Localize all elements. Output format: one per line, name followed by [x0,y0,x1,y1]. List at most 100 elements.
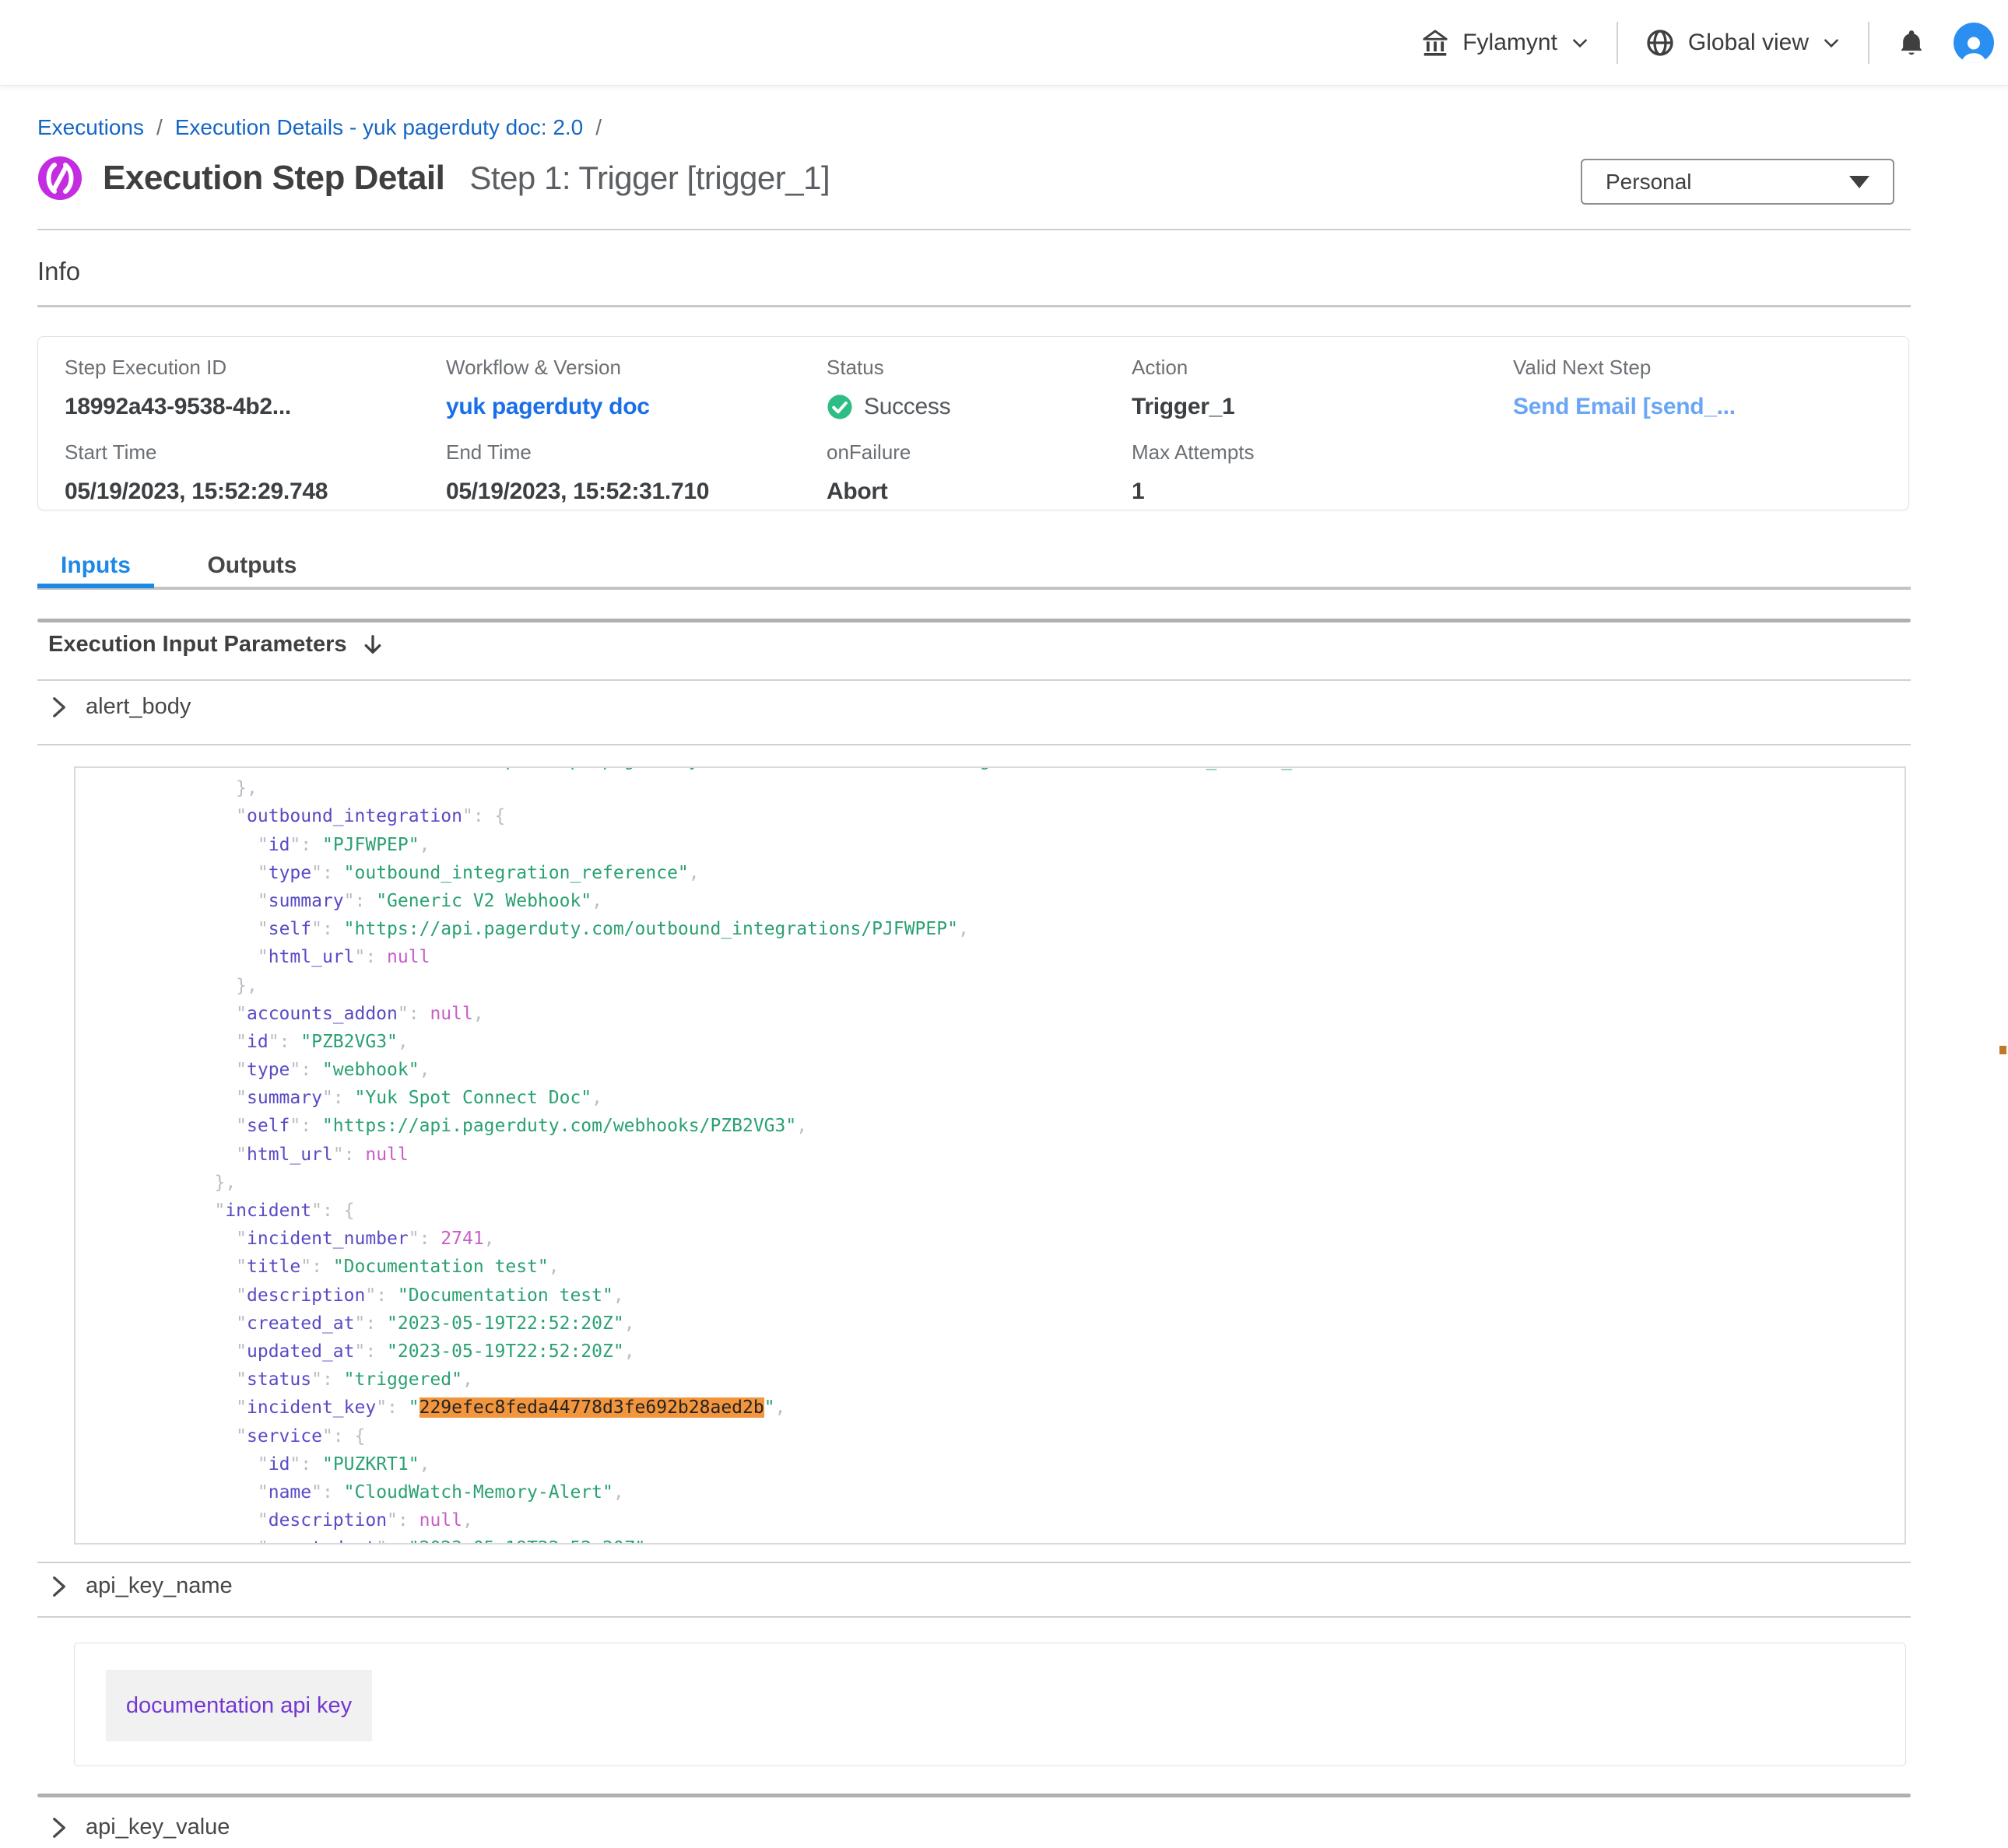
section-label: alert_body [86,694,191,720]
field-label: Action [1132,356,1513,380]
success-check-icon [827,394,853,420]
page-title: Execution Step Detail [103,159,444,198]
info-field-max-attempts: Max Attempts 1 [1132,440,1513,505]
json-code-line: "incident": { [107,1197,1378,1225]
json-code-line: "title": "Documentation test", [107,1253,1378,1281]
notifications-button[interactable] [1896,27,1927,58]
field-value: Trigger_1 [1132,394,1513,420]
user-avatar[interactable] [1954,23,1994,63]
section-api-key-value[interactable]: api_key_value [50,1815,230,1840]
globe-icon [1645,27,1676,58]
field-label: Step Execution ID [65,356,446,380]
arrow-down-icon [361,633,384,657]
view-label: Global view [1688,30,1809,56]
highlighted-incident-key: 229efec8feda44778d3fe692b28aed2b [420,1397,764,1418]
json-code-line: "description": "Documentation test", [107,1282,1378,1310]
field-label: Workflow & Version [446,356,827,380]
field-label: Start Time [65,440,446,465]
step-info-card: Step Execution ID18992a43-9538-4b2...Wor… [37,336,1909,510]
page-title-row: Execution Step Detail Step 1: Trigger [t… [37,156,830,201]
json-code-line: "outbound_integration": { [107,802,1378,830]
divider [37,229,1911,230]
alert-body-json-viewer[interactable]: "https://api.pagerduty.com/services/PUZK… [74,766,1906,1545]
json-code-line: "incident_key": "229efec8feda44778d3fe69… [107,1394,1378,1422]
info-field-step-execution-id: Step Execution ID18992a43-9538-4b2... [65,356,446,420]
info-field-onfailure: onFailureAbort [827,440,1132,505]
json-code-line: }, [107,1169,1378,1197]
field-value: 05/19/2023, 15:52:31.710 [446,479,827,505]
json-code-line: "id": "PZB2VG3", [107,1028,1378,1056]
field-label: onFailure [827,440,1132,465]
field-label: Max Attempts [1132,440,1513,465]
header-divider [1868,22,1869,64]
divider [37,1616,1911,1618]
divider [37,305,1911,307]
bank-icon [1420,28,1450,58]
section-label: api_key_name [86,1573,233,1599]
field-value: 1 [1132,479,1513,505]
info-field-valid-next-step: Valid Next Step Send Email [send_... [1513,356,1908,420]
json-code-line: "id": "PJFWPEP", [107,831,1378,859]
info-field-end-time: End Time 05/19/2023, 15:52:31.710 [446,440,827,505]
json-code-line: }, [107,774,1378,802]
json-code-line: "incident_number": 2741, [107,1225,1378,1253]
section-api-key-name[interactable]: api_key_name [50,1573,233,1599]
json-code-line: "summary": "Generic V2 Webhook", [107,887,1378,915]
io-tabs: Inputs Outputs [37,546,1911,590]
field-value: Success [827,394,1132,420]
scope-selected-value: Personal [1606,170,1692,195]
info-field-start-time: Start Time05/19/2023, 15:52:29.748 [65,440,446,505]
api-key-name-card: documentation api key [74,1643,1906,1766]
section-alert-body[interactable]: alert_body [50,694,191,720]
api-key-name-value: documentation api key [106,1670,372,1741]
json-code-line: "self": "https://api.pagerduty.com/outbo… [107,915,1378,943]
chevron-right-icon [50,1575,68,1598]
field-label: Valid Next Step [1513,356,1908,380]
divider [37,744,1911,745]
json-code-line: "name": "CloudWatch-Memory-Alert", [107,1478,1378,1506]
status-text: Success [864,394,950,420]
info-heading: Info [37,257,80,286]
json-code-line: "accounts_addon": null, [107,1000,1378,1028]
chevron-down-icon [1821,33,1841,53]
json-code-line: "self": "https://api.pagerduty.com/webho… [107,1112,1378,1140]
breadcrumb-link-executions[interactable]: Executions [37,115,144,140]
info-field-action: Action Trigger_1 [1132,356,1513,420]
tab-outputs[interactable]: Outputs [184,546,320,585]
execution-input-parameters-header[interactable]: Execution Input Parameters [48,632,384,657]
section-label: api_key_value [86,1815,230,1840]
json-code-line: "status": "triggered", [107,1366,1378,1394]
json-code-line: "type": "webhook", [107,1056,1378,1084]
json-code-line: "id": "PUZKRT1", [107,1450,1378,1478]
breadcrumb: Executions / Execution Details - yuk pag… [37,115,602,140]
tab-inputs[interactable]: Inputs [37,546,154,585]
json-code-line: "type": "outbound_integration_reference"… [107,859,1378,887]
top-header: Fylamynt Global view [0,0,2008,86]
field-label: Status [827,356,1132,380]
info-grid: Step Execution ID18992a43-9538-4b2...Wor… [65,356,1908,525]
view-switcher[interactable]: Global view [1645,27,1841,58]
json-code-line: "description": null, [107,1506,1378,1534]
scrollbar-highlight-marker[interactable] [1999,1046,2006,1054]
info-field-workflow-version: Workflow & Version yuk pagerduty doc [446,356,827,420]
json-code: "https://api.pagerduty.com/services/PUZK… [75,766,1378,1545]
divider-thick [37,1794,1911,1797]
json-code-line: }, [107,972,1378,1000]
json-code-line: "html_url": null [107,1141,1378,1169]
workflow-logo-icon [37,156,82,201]
bell-icon [1896,27,1927,58]
page-subtitle: Step 1: Trigger [trigger_1] [469,160,830,197]
json-code-line: "updated_at": "2023-05-19T22:52:20Z", [107,1338,1378,1366]
scope-select[interactable]: Personal [1581,159,1894,205]
org-switcher[interactable]: Fylamynt [1420,28,1590,58]
json-code-line: "created_at": "2023-05-19T22:52:20Z", [107,1310,1378,1338]
breadcrumb-separator: / [156,115,163,140]
json-code-line: "summary": "Yuk Spot Connect Doc", [107,1084,1378,1112]
field-value[interactable]: Send Email [send_... [1513,394,1908,420]
chevron-down-icon [1570,33,1590,53]
divider [37,1562,1911,1563]
breadcrumb-link-execution-details[interactable]: Execution Details - yuk pagerduty doc: 2… [175,115,584,140]
info-field-status: Status Success [827,356,1132,420]
field-label: End Time [446,440,827,465]
field-value[interactable]: yuk pagerduty doc [446,394,827,420]
